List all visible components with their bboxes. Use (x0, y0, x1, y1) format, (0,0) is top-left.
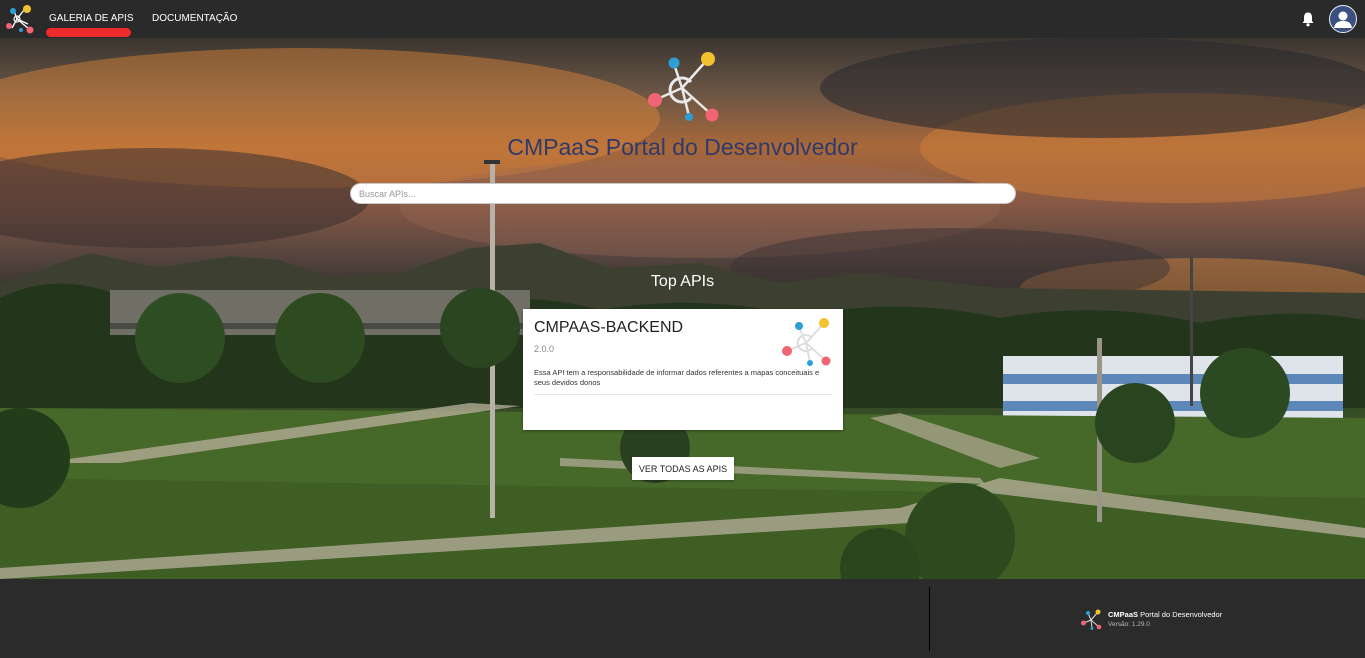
footer-divider (929, 587, 930, 651)
nav-galeria-de-apis[interactable]: GALERIA DE APIS (49, 0, 133, 38)
api-card-description: Essa API tem a responsabilidade de infor… (534, 368, 820, 387)
nav-documentacao[interactable]: DOCUMENTAÇÃO (152, 0, 237, 38)
footer: CMPaaS Portal do Desenvolvedor Versão: 1… (0, 579, 1365, 658)
footer-brand-rest: Portal do Desenvolvedor (1138, 610, 1223, 619)
user-avatar-icon[interactable] (1329, 5, 1357, 33)
view-all-apis-button[interactable]: VER TODAS AS APIS (632, 457, 734, 480)
api-card[interactable]: CMPAAS-BACKEND 2.0.0 Essa API tem a resp… (523, 309, 843, 430)
page-title: CMPaaS Portal do Desenvolvedor (507, 134, 858, 160)
logo-icon[interactable] (2, 2, 36, 36)
top-navbar: GALERIA DE APIS DOCUMENTAÇÃO (0, 0, 1365, 39)
api-logo-icon (782, 318, 831, 366)
footer-brand: CMPaaS Portal do Desenvolvedor (1108, 610, 1222, 619)
hero-section: CMPaaS Portal do Desenvolvedor Top APIs … (0, 38, 1365, 579)
footer-logo-icon (1081, 609, 1102, 630)
top-apis-heading: Top APIs (650, 273, 715, 290)
bell-icon[interactable] (1300, 11, 1316, 27)
hero-logo-icon (648, 52, 719, 122)
card-divider (534, 394, 832, 395)
footer-version: Versão: 1.29.0 (1108, 621, 1150, 628)
footer-brand-bold: CMPaaS (1108, 610, 1139, 619)
search-input[interactable] (350, 183, 1016, 204)
